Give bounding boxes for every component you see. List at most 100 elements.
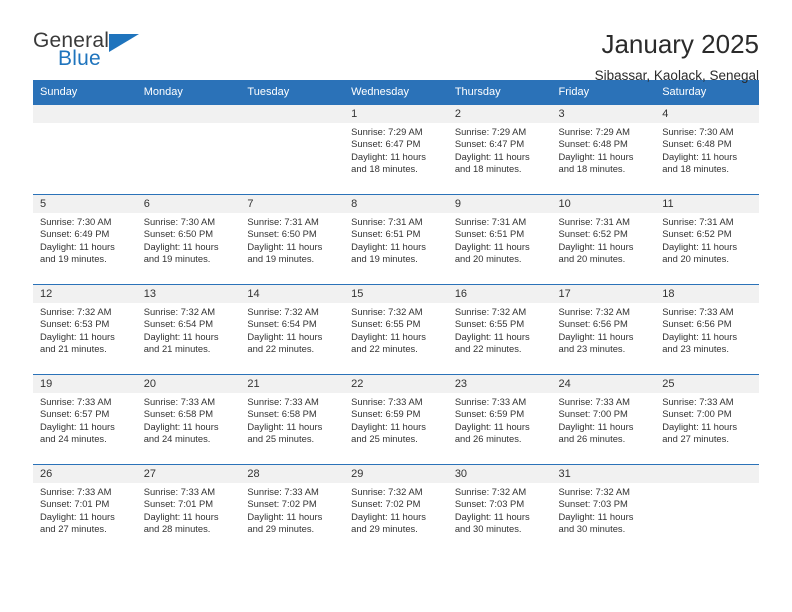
day-details: Sunrise: 7:30 AM Sunset: 6:49 PM Daylight:… (33, 213, 137, 266)
day-details: Sunrise: 7:33 AM Sunset: 6:59 PM Daylight:… (344, 393, 448, 446)
calendar-day-cell[interactable]: 15 Sunrise: 7:32 AM Sunset: 6:55 PM Dayligh… (344, 284, 448, 375)
calendar-day-cell[interactable]: 29 Sunrise: 7:32 AM Sunset: 7:02 PM Dayligh… (344, 464, 448, 555)
calendar-day-cell[interactable]: 25 Sunrise: 7:33 AM Sunset: 7:00 PM Dayligh… (655, 374, 759, 465)
sunrise-text: Sunrise: 7:33 AM (247, 396, 319, 407)
day-number: 13 (136, 285, 241, 303)
sunrise-text: Sunrise: 7:30 AM (40, 216, 112, 227)
calendar-day-cell[interactable]: 20 Sunrise: 7:33 AM Sunset: 6:58 PM Dayligh… (136, 374, 241, 465)
daylight-text-line1: Daylight: 11 hours (143, 420, 219, 432)
daylight-text-line2: and 19 minutes. (143, 253, 211, 265)
daylight-text-line1: Daylight: 11 hours (40, 330, 115, 342)
calendar-day-cell-empty (655, 464, 759, 555)
day-details: Sunrise: 7:31 AM Sunset: 6:52 PM Daylight:… (655, 213, 759, 266)
calendar-day-cell[interactable]: 22 Sunrise: 7:33 AM Sunset: 6:59 PM Dayligh… (344, 374, 448, 465)
day-details: Sunrise: 7:31 AM Sunset: 6:51 PM Daylight:… (344, 213, 448, 266)
day-details: Sunrise: 7:30 AM Sunset: 6:50 PM Daylight:… (137, 213, 241, 266)
sunset-text: Sunset: 6:48 PM (662, 138, 732, 150)
calendar-day-cell[interactable]: 7 Sunrise: 7:31 AM Sunset: 6:50 PM Daylight… (240, 194, 345, 285)
daylight-text-line1: Daylight: 11 hours (662, 420, 738, 432)
day-number: 4 (655, 105, 759, 123)
day-details: Sunrise: 7:31 AM Sunset: 6:51 PM Daylight:… (448, 213, 552, 266)
day-number (240, 105, 345, 123)
daylight-text-line2: and 22 minutes. (247, 343, 315, 355)
page-title: January 2025 (601, 29, 759, 59)
daylight-text-line1: Daylight: 11 hours (558, 150, 634, 162)
daylight-text-line2: and 25 minutes. (351, 433, 418, 445)
calendar-day-cell[interactable]: 10 Sunrise: 7:31 AM Sunset: 6:52 PM Dayligh… (551, 194, 656, 285)
sunset-text: Sunset: 6:51 PM (454, 228, 525, 240)
sunrise-text: Sunrise: 7:31 AM (662, 216, 734, 227)
day-details: Sunrise: 7:32 AM Sunset: 6:56 PM Daylight:… (552, 303, 656, 356)
sunset-text: Sunset: 6:56 PM (558, 318, 628, 330)
calendar-day-cell[interactable]: 14 Sunrise: 7:32 AM Sunset: 6:54 PM Dayligh… (240, 284, 345, 375)
calendar-day-cell[interactable]: 26 Sunrise: 7:33 AM Sunset: 7:01 PM Dayligh… (33, 464, 137, 555)
calendar-day-cell[interactable]: 19 Sunrise: 7:33 AM Sunset: 6:57 PM Dayligh… (33, 374, 137, 465)
sunrise-text: Sunrise: 7:31 AM (454, 216, 527, 227)
daylight-text-line2: and 25 minutes. (247, 433, 315, 445)
calendar-week-row: 1 Sunrise: 7:29 AM Sunset: 6:47 PM Daylight… (33, 104, 759, 195)
day-number: 23 (447, 375, 552, 393)
weekday-header-monday: Monday (136, 80, 241, 105)
calendar-day-cell[interactable]: 2 Sunrise: 7:29 AM Sunset: 6:47 PM Daylight… (447, 104, 552, 195)
calendar-day-cell[interactable]: 4 Sunrise: 7:30 AM Sunset: 6:48 PM Daylight… (655, 104, 759, 195)
day-number: 9 (447, 195, 552, 213)
calendar-day-cell[interactable]: 23 Sunrise: 7:33 AM Sunset: 6:59 PM Dayligh… (447, 374, 552, 465)
calendar-day-cell[interactable]: 27 Sunrise: 7:33 AM Sunset: 7:01 PM Dayligh… (136, 464, 241, 555)
calendar-day-cell[interactable]: 11 Sunrise: 7:31 AM Sunset: 6:52 PM Dayligh… (655, 194, 759, 285)
sunrise-text: Sunrise: 7:33 AM (40, 486, 112, 497)
calendar-day-cell[interactable]: 12 Sunrise: 7:32 AM Sunset: 6:53 PM Dayligh… (33, 284, 137, 375)
day-number (33, 105, 137, 123)
daylight-text-line2: and 26 minutes. (454, 433, 522, 445)
calendar-day-cell[interactable]: 16 Sunrise: 7:32 AM Sunset: 6:55 PM Dayligh… (447, 284, 552, 375)
calendar-day-cell[interactable]: 6 Sunrise: 7:30 AM Sunset: 6:50 PM Daylight… (136, 194, 241, 285)
calendar-day-cell[interactable]: 21 Sunrise: 7:33 AM Sunset: 6:58 PM Dayligh… (240, 374, 345, 465)
day-details: Sunrise: 7:33 AM Sunset: 6:58 PM Daylight:… (240, 393, 344, 446)
sunrise-text: Sunrise: 7:30 AM (662, 126, 734, 137)
weekday-header-tuesday: Tuesday (240, 80, 345, 105)
calendar-day-cell[interactable]: 30 Sunrise: 7:32 AM Sunset: 7:03 PM Dayligh… (447, 464, 552, 555)
day-details: Sunrise: 7:32 AM Sunset: 6:55 PM Daylight:… (344, 303, 448, 356)
weekday-header-row: Sunday Monday Tuesday Wednesday Thursday… (33, 80, 759, 105)
calendar-day-cell[interactable]: 31 Sunrise: 7:32 AM Sunset: 7:03 PM Dayligh… (551, 464, 656, 555)
sunrise-text: Sunrise: 7:30 AM (143, 216, 216, 227)
sunset-text: Sunset: 6:52 PM (662, 228, 732, 240)
calendar-day-cell[interactable]: 13 Sunrise: 7:32 AM Sunset: 6:54 PM Dayligh… (136, 284, 241, 375)
day-number: 12 (33, 285, 137, 303)
sunrise-text: Sunrise: 7:32 AM (351, 306, 423, 317)
sunset-text: Sunset: 6:47 PM (351, 138, 421, 150)
day-details: Sunrise: 7:32 AM Sunset: 6:54 PM Daylight:… (137, 303, 241, 356)
general-blue-logo[interactable]: General Blue (33, 30, 143, 69)
calendar-day-cell[interactable]: 5 Sunrise: 7:30 AM Sunset: 6:49 PM Daylight… (33, 194, 137, 285)
calendar-day-cell[interactable]: 28 Sunrise: 7:33 AM Sunset: 7:02 PM Dayligh… (240, 464, 345, 555)
daylight-text-line2: and 30 minutes. (558, 523, 626, 535)
day-details: Sunrise: 7:33 AM Sunset: 6:57 PM Daylight:… (33, 393, 137, 446)
day-number (136, 105, 241, 123)
day-number: 11 (655, 195, 759, 213)
daylight-text-line1: Daylight: 11 hours (351, 420, 426, 432)
calendar-day-cell[interactable]: 24 Sunrise: 7:33 AM Sunset: 7:00 PM Dayligh… (551, 374, 656, 465)
calendar-day-cell[interactable]: 1 Sunrise: 7:29 AM Sunset: 6:47 PM Daylight… (344, 104, 448, 195)
daylight-text-line2: and 21 minutes. (143, 343, 211, 355)
sunrise-text: Sunrise: 7:33 AM (247, 486, 319, 497)
daylight-text-line1: Daylight: 11 hours (40, 240, 115, 252)
sunrise-text: Sunrise: 7:33 AM (143, 396, 216, 407)
daylight-text-line2: and 27 minutes. (662, 433, 729, 445)
day-details: Sunrise: 7:33 AM Sunset: 7:01 PM Daylight:… (137, 483, 241, 536)
page-subtitle: Sibassar, Kaolack, Senegal (594, 67, 759, 83)
calendar-day-cell[interactable]: 18 Sunrise: 7:33 AM Sunset: 6:56 PM Dayligh… (655, 284, 759, 375)
calendar-day-cell[interactable]: 3 Sunrise: 7:29 AM Sunset: 6:48 PM Daylight… (551, 104, 656, 195)
daylight-text-line1: Daylight: 11 hours (143, 330, 219, 342)
day-details: Sunrise: 7:33 AM Sunset: 6:58 PM Daylight:… (137, 393, 241, 446)
calendar-day-cell[interactable]: 17 Sunrise: 7:32 AM Sunset: 6:56 PM Dayligh… (551, 284, 656, 375)
calendar-day-cell[interactable]: 8 Sunrise: 7:31 AM Sunset: 6:51 PM Daylight… (344, 194, 448, 285)
sunset-text: Sunset: 7:02 PM (247, 498, 317, 510)
day-number: 30 (447, 465, 552, 483)
calendar-day-cell[interactable]: 9 Sunrise: 7:31 AM Sunset: 6:51 PM Daylight… (447, 194, 552, 285)
daylight-text-line2: and 26 minutes. (558, 433, 626, 445)
daylight-text-line2: and 18 minutes. (558, 163, 626, 175)
day-details: Sunrise: 7:32 AM Sunset: 6:53 PM Daylight:… (33, 303, 137, 356)
blue-triangle-icon (109, 34, 139, 52)
sunrise-text: Sunrise: 7:33 AM (662, 306, 734, 317)
daylight-text-line2: and 29 minutes. (351, 523, 418, 535)
daylight-text-line2: and 18 minutes. (662, 163, 729, 175)
